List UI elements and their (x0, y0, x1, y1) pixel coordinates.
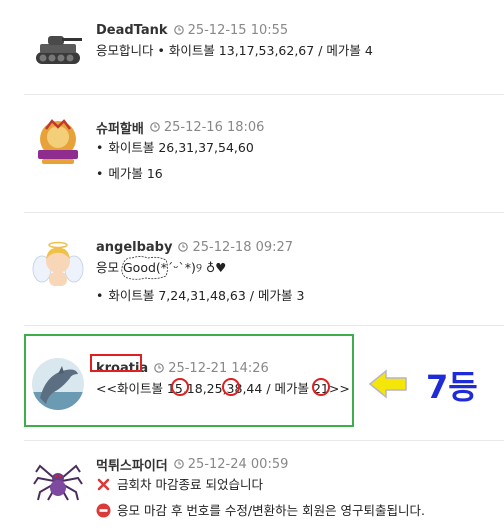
red-x-icon (97, 478, 110, 491)
comment-body: DeadTank 25-12-15 10:55 응모합니다 • 화이트볼 13,… (96, 20, 496, 62)
divider (24, 212, 504, 213)
comment-item: DeadTank 25-12-15 10:55 응모합니다 • 화이트볼 13,… (24, 20, 504, 90)
comment-body: 먹튀스파이더 25-12-24 00:59 금회차 마감종료 되었습니다 응모 … (96, 454, 496, 522)
comment-author[interactable]: angelbaby (96, 240, 172, 255)
squiggle-underline-icon (121, 256, 168, 280)
number-circle (312, 378, 330, 396)
clock-icon (150, 122, 160, 132)
good-word: Good (121, 256, 168, 280)
comment-item: 슈퍼할배 25-12-16 18:06 • 화이트볼 26,31,37,54,60… (24, 117, 504, 187)
comment-text: 금회차 마감종료 되었습니다 (96, 474, 496, 496)
divider (24, 440, 504, 441)
olympus-logo-icon[interactable] (32, 117, 84, 169)
winner-highlight-box (24, 334, 354, 427)
angel-icon[interactable] (32, 239, 84, 291)
comment-text: 응모합니다 • 화이트볼 13,17,53,62,67 / 메가볼 4 (96, 43, 373, 58)
divider (24, 94, 504, 95)
comment-date: 25-12-24 00:59 (187, 456, 289, 472)
clock-icon (173, 459, 184, 469)
comment-date: 25-12-15 10:55 (187, 22, 289, 38)
comment-date: 25-12-18 09:27 (192, 239, 294, 255)
number-circle (171, 378, 189, 396)
comment-item: 먹튀스파이더 25-12-24 00:59 금회차 마감종료 되었습니다 응모 … (24, 454, 504, 524)
comment-text: 응모 Good (*´ᵕ`*)୨ ♁♥ (96, 256, 496, 280)
comment-text: • 화이트볼 7,24,31,48,63 / 메가볼 3 (96, 288, 305, 303)
rank-label: 7등 (426, 368, 478, 406)
comment-author[interactable]: 슈퍼할배 (96, 118, 144, 137)
tank-icon[interactable] (32, 22, 84, 74)
clock-icon (178, 242, 189, 252)
comment-body: 슈퍼할배 25-12-16 18:06 • 화이트볼 26,31,37,54,60… (96, 117, 496, 185)
divider (24, 325, 504, 326)
left-arrow-icon (368, 369, 407, 399)
comment-text: 응모 마감 후 번호를 수정/변환하는 회원은 영구퇴출됩니다. (96, 500, 496, 522)
number-circle (222, 378, 240, 396)
comment-date: 25-12-16 18:06 (163, 119, 265, 135)
no-entry-icon (96, 503, 111, 518)
comment-text: • 메가볼 16 (96, 166, 163, 181)
comment-item: angelbaby 25-12-18 09:27 응모 Good (*´ᵕ`*)୨… (24, 237, 504, 307)
nickname-highlight-box (90, 354, 142, 372)
comment-author[interactable]: 먹튀스파이더 (96, 455, 168, 474)
spider-icon[interactable] (32, 454, 84, 506)
clock-icon (173, 25, 184, 35)
comment-author[interactable]: DeadTank (96, 23, 168, 38)
comment-text: • 화이트볼 26,31,37,54,60 (96, 140, 254, 155)
comment-body: angelbaby 25-12-18 09:27 응모 Good (*´ᵕ`*)୨… (96, 237, 496, 307)
